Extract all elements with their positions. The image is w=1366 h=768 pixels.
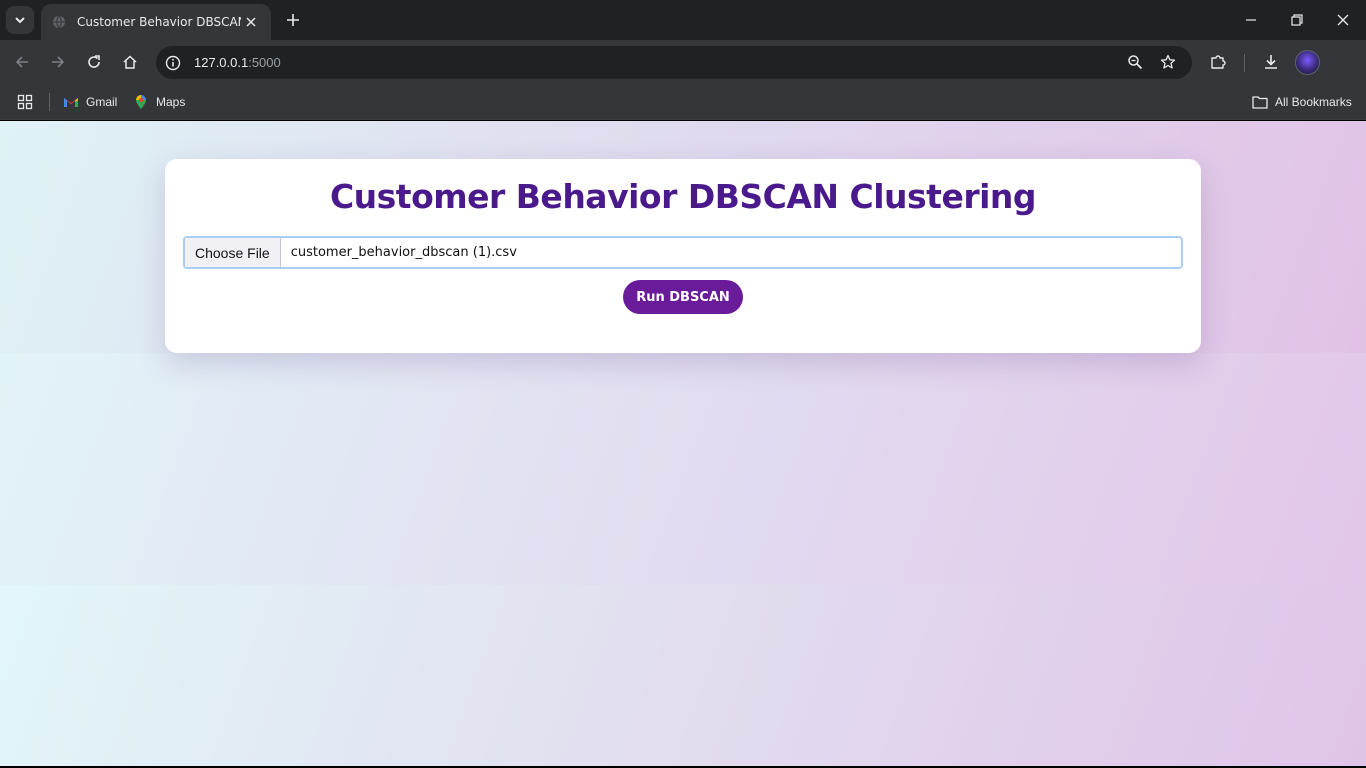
tab-close-icon[interactable]: [241, 12, 261, 32]
tab-search-button[interactable]: [6, 6, 34, 34]
arrow-left-icon: [15, 56, 28, 68]
maps-icon: [133, 94, 149, 110]
address-bar[interactable]: 127.0.0.1:5000: [156, 46, 1192, 79]
chevron-down-icon: [15, 17, 25, 24]
apps-grid-icon: [17, 94, 33, 110]
close-window-button[interactable]: [1320, 0, 1366, 40]
new-tab-button[interactable]: [280, 7, 306, 33]
minimize-icon: [1246, 19, 1256, 21]
all-bookmarks-label: All Bookmarks: [1275, 95, 1352, 109]
site-info-icon[interactable]: [162, 52, 184, 74]
downloads-button[interactable]: [1257, 48, 1285, 76]
file-input[interactable]: Choose File customer_behavior_dbscan (1)…: [183, 236, 1183, 269]
folder-icon: [1252, 94, 1268, 110]
restore-icon: [1291, 14, 1303, 26]
url-port: :5000: [248, 55, 281, 70]
restore-button[interactable]: [1274, 0, 1320, 40]
bookmark-maps-label: Maps: [156, 95, 186, 109]
zoom-icon[interactable]: [1124, 51, 1146, 73]
profile-avatar[interactable]: [1295, 50, 1320, 75]
bookmark-star-icon[interactable]: [1157, 51, 1179, 73]
extensions-button[interactable]: [1204, 48, 1232, 76]
plus-icon: [287, 14, 299, 26]
reload-icon: [88, 55, 100, 68]
home-icon: [123, 55, 137, 69]
page-title: Customer Behavior DBSCAN Clustering: [329, 177, 1037, 216]
tab-title: Customer Behavior DBSCAN: [77, 15, 241, 29]
bookmark-maps[interactable]: Maps: [133, 91, 185, 113]
browser-tab[interactable]: Customer Behavior DBSCAN: [41, 4, 271, 40]
url-host: 127.0.0.1: [194, 55, 249, 70]
browser-toolbar: 127.0.0.1:5000: [0, 40, 1366, 85]
upload-card: Customer Behavior DBSCAN Clustering Choo…: [165, 159, 1201, 353]
toolbar-divider: [1244, 54, 1245, 72]
forward-button[interactable]: [44, 48, 72, 76]
back-button[interactable]: [8, 48, 36, 76]
apps-button[interactable]: [17, 91, 40, 113]
minimize-button[interactable]: [1228, 0, 1274, 40]
bookmarks-separator: [49, 93, 50, 111]
page-background-lower: [0, 585, 1366, 766]
download-icon: [1265, 55, 1277, 69]
bookmark-gmail-label: Gmail: [86, 95, 118, 109]
run-dbscan-button[interactable]: Run DBSCAN: [623, 280, 743, 314]
close-icon: [1337, 14, 1349, 26]
bookmarks-bar: Gmail Maps All Bookmarks: [0, 85, 1366, 120]
url-text: 127.0.0.1:5000: [194, 55, 281, 70]
all-bookmarks-button[interactable]: All Bookmarks: [1252, 91, 1352, 113]
bookmark-gmail[interactable]: Gmail: [63, 91, 117, 113]
puzzle-icon: [1211, 55, 1226, 69]
reload-button[interactable]: [80, 48, 108, 76]
selected-file-name: customer_behavior_dbscan (1).csv: [290, 245, 517, 260]
page-viewport: Customer Behavior DBSCAN Clustering Choo…: [0, 121, 1366, 766]
home-button[interactable]: [116, 48, 144, 76]
gmail-icon: [63, 94, 79, 110]
arrow-right-icon: [52, 56, 65, 68]
tab-bar: Customer Behavior DBSCAN: [0, 0, 1366, 40]
globe-icon: [51, 14, 67, 30]
choose-file-button[interactable]: Choose File: [185, 238, 281, 267]
